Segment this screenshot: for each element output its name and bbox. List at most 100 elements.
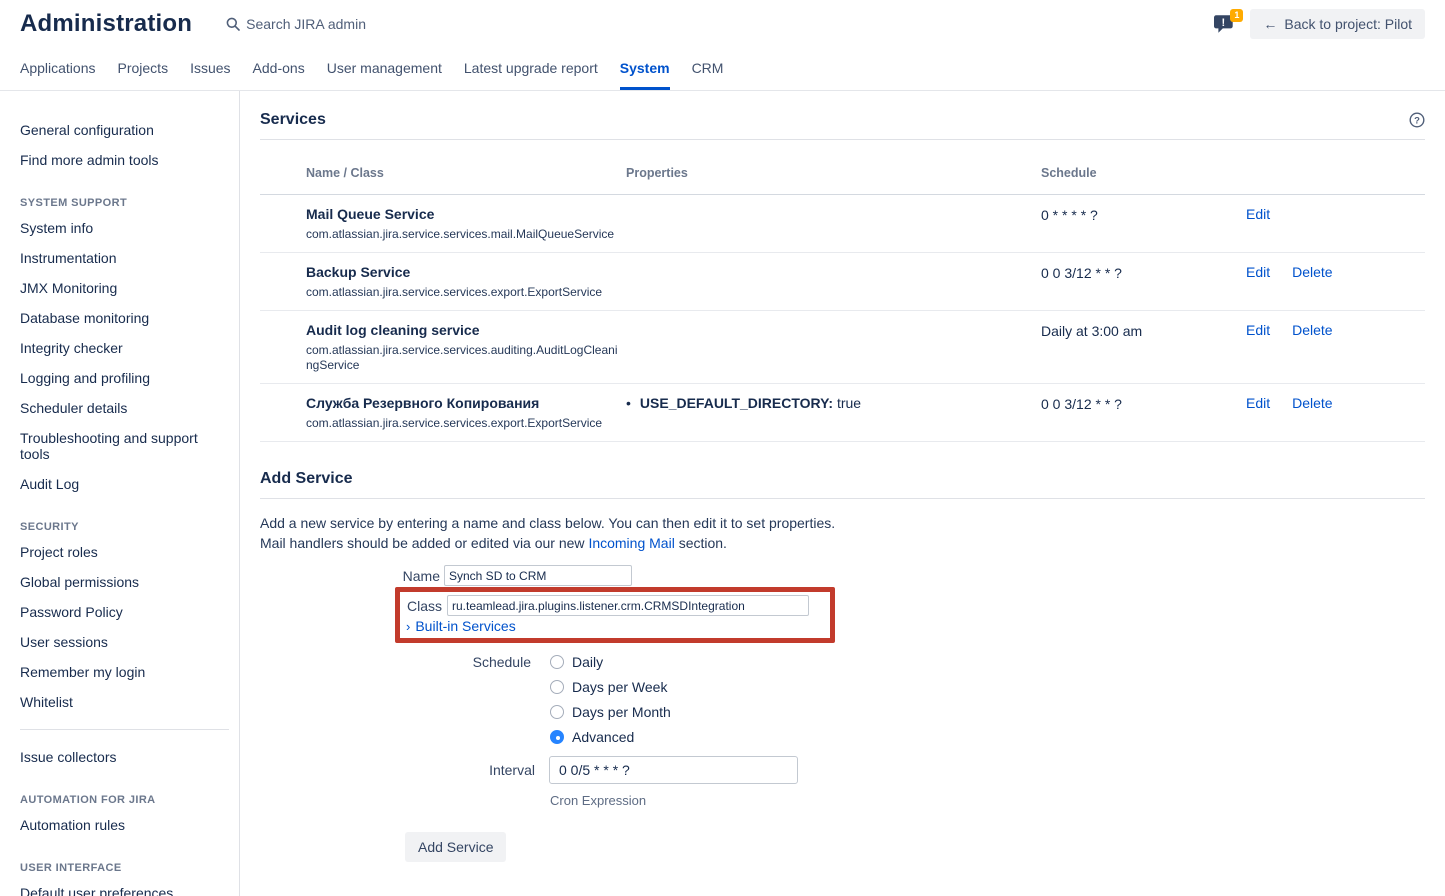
sidebar-item-logging-and-profiling[interactable]: Logging and profiling <box>20 363 229 393</box>
page-title: Administration <box>20 10 192 38</box>
edit-link[interactable]: Edit <box>1246 206 1270 242</box>
notifications-button[interactable]: ! 1 <box>1214 14 1236 34</box>
radio-daily-label: Daily <box>572 654 603 670</box>
sidebar-item-general-configuration[interactable]: General configuration <box>20 115 229 145</box>
interval-input[interactable] <box>549 756 798 784</box>
tab-crm[interactable]: CRM <box>692 60 724 90</box>
service-schedule: Daily at 3:00 am <box>1041 322 1246 373</box>
sidebar-item-remember-my-login[interactable]: Remember my login <box>20 657 229 687</box>
service-name: Mail Queue Service <box>306 206 626 223</box>
add-service-description: Add a new service by entering a name and… <box>260 513 1425 553</box>
add-service-title: Add Service <box>260 470 352 488</box>
service-schedule: 0 * * * * ? <box>1041 206 1246 242</box>
built-in-services-link[interactable]: Built-in Services <box>415 618 515 634</box>
sidebar-item-find-more-admin-tools[interactable]: Find more admin tools <box>20 145 229 175</box>
service-properties: •USE_DEFAULT_DIRECTORY: true <box>626 395 1041 431</box>
sidebar-heading-system-support: SYSTEM SUPPORT <box>20 197 229 209</box>
sidebar-item-default-user-preferences[interactable]: Default user preferences <box>20 878 229 896</box>
tab-applications[interactable]: Applications <box>20 60 96 90</box>
radio-days-per-week[interactable] <box>550 680 564 694</box>
sidebar-heading-security: SECURITY <box>20 521 229 533</box>
service-class-input[interactable] <box>447 595 809 616</box>
delete-link[interactable]: Delete <box>1292 322 1332 373</box>
tab-issues[interactable]: Issues <box>190 60 230 90</box>
sidebar-item-user-sessions[interactable]: User sessions <box>20 627 229 657</box>
sidebar-item-instrumentation[interactable]: Instrumentation <box>20 243 229 273</box>
sidebar-item-troubleshooting-and-support-tools[interactable]: Troubleshooting and support tools <box>20 423 229 469</box>
notification-badge: 1 <box>1230 9 1243 22</box>
radio-daily[interactable] <box>550 655 564 669</box>
sidebar-item-whitelist[interactable]: Whitelist <box>20 687 229 717</box>
class-label: Class <box>406 598 442 614</box>
header: Administration ! 1 ← Back to project: Pi… <box>0 0 1445 44</box>
table-header-row: Name / Class Properties Schedule <box>260 140 1425 195</box>
sidebar-item-scheduler-details[interactable]: Scheduler details <box>20 393 229 423</box>
name-label: Name <box>260 568 440 584</box>
back-to-project-button[interactable]: ← Back to project: Pilot <box>1250 9 1425 39</box>
schedule-option-advanced: Advanced <box>260 725 1425 749</box>
help-icon[interactable]: ? <box>1409 112 1425 128</box>
service-schedule: 0 0 3/12 * * ? <box>1041 395 1246 431</box>
service-class: com.atlassian.jira.service.services.expo… <box>306 416 624 431</box>
class-field-row: Class <box>406 595 822 616</box>
column-header-schedule: Schedule <box>1041 166 1246 180</box>
sidebar-item-global-permissions[interactable]: Global permissions <box>20 567 229 597</box>
sidebar-item-system-info[interactable]: System info <box>20 213 229 243</box>
sidebar-item-integrity-checker[interactable]: Integrity checker <box>20 333 229 363</box>
edit-link[interactable]: Edit <box>1246 264 1270 300</box>
services-section: Services ? Name / Class Properties Sched… <box>260 111 1425 442</box>
svg-text:!: ! <box>1222 17 1226 29</box>
service-class: com.atlassian.jira.service.services.expo… <box>306 285 624 300</box>
sidebar-item-jmx-monitoring[interactable]: JMX Monitoring <box>20 273 229 303</box>
sidebar-heading-automation-for-jira: AUTOMATION FOR JIRA <box>20 794 229 806</box>
table-row: Mail Queue Service com.atlassian.jira.se… <box>260 195 1425 253</box>
sidebar-item-database-monitoring[interactable]: Database monitoring <box>20 303 229 333</box>
sidebar-item-password-policy[interactable]: Password Policy <box>20 597 229 627</box>
interval-label: Interval <box>260 762 535 778</box>
radio-advanced[interactable] <box>550 730 564 744</box>
sidebar-item-project-roles[interactable]: Project roles <box>20 537 229 567</box>
sidebar-divider <box>20 729 229 730</box>
sidebar-item-issue-collectors[interactable]: Issue collectors <box>20 742 229 772</box>
delete-link[interactable]: Delete <box>1292 395 1332 431</box>
schedule-option-daily: Schedule Daily <box>260 650 1425 674</box>
add-service-button[interactable]: Add Service <box>405 832 506 862</box>
name-field-row: Name <box>260 565 1425 586</box>
service-name-input[interactable] <box>444 565 632 586</box>
edit-link[interactable]: Edit <box>1246 322 1270 373</box>
content-layout: General configuration Find more admin to… <box>0 91 1445 896</box>
header-right: ! 1 ← Back to project: Pilot <box>1214 9 1425 39</box>
service-name: Audit log cleaning service <box>306 322 626 339</box>
radio-days-per-month-label: Days per Month <box>572 704 671 720</box>
cron-expression-hint: Cron Expression <box>550 793 1425 808</box>
schedule-label: Schedule <box>260 654 531 670</box>
edit-link[interactable]: Edit <box>1246 395 1270 431</box>
admin-search[interactable] <box>226 16 466 32</box>
tab-add-ons[interactable]: Add-ons <box>253 60 305 90</box>
description-line2: Mail handlers should be added or edited … <box>260 533 1425 553</box>
column-header-name-class: Name / Class <box>306 166 626 180</box>
main-content: Services ? Name / Class Properties Sched… <box>240 91 1445 896</box>
sidebar-item-audit-log[interactable]: Audit Log <box>20 469 229 499</box>
services-table: Name / Class Properties Schedule Mail Qu… <box>260 140 1425 442</box>
class-field-highlight-box: Class › Built-in Services <box>395 587 835 643</box>
sidebar-item-automation-rules[interactable]: Automation rules <box>20 810 229 840</box>
service-name: Backup Service <box>306 264 626 281</box>
back-button-label: Back to project: Pilot <box>1284 16 1412 32</box>
delete-link[interactable]: Delete <box>1292 264 1332 300</box>
incoming-mail-link[interactable]: Incoming Mail <box>588 535 674 551</box>
tab-latest-upgrade-report[interactable]: Latest upgrade report <box>464 60 598 90</box>
tab-user-management[interactable]: User management <box>327 60 442 90</box>
schedule-option-days-per-week: Days per Week <box>260 675 1425 699</box>
property-value: true <box>837 395 861 411</box>
search-icon <box>226 17 240 31</box>
tab-projects[interactable]: Projects <box>118 60 169 90</box>
add-service-section: Add Service Add a new service by enterin… <box>260 470 1425 862</box>
add-service-form: Name Class › Built-in Services <box>260 565 1425 862</box>
radio-days-per-week-label: Days per Week <box>572 679 667 695</box>
table-row: Backup Service com.atlassian.jira.servic… <box>260 253 1425 311</box>
search-input[interactable] <box>246 16 466 32</box>
tab-system[interactable]: System <box>620 60 670 90</box>
interval-field-row: Interval <box>260 756 1425 784</box>
radio-days-per-month[interactable] <box>550 705 564 719</box>
